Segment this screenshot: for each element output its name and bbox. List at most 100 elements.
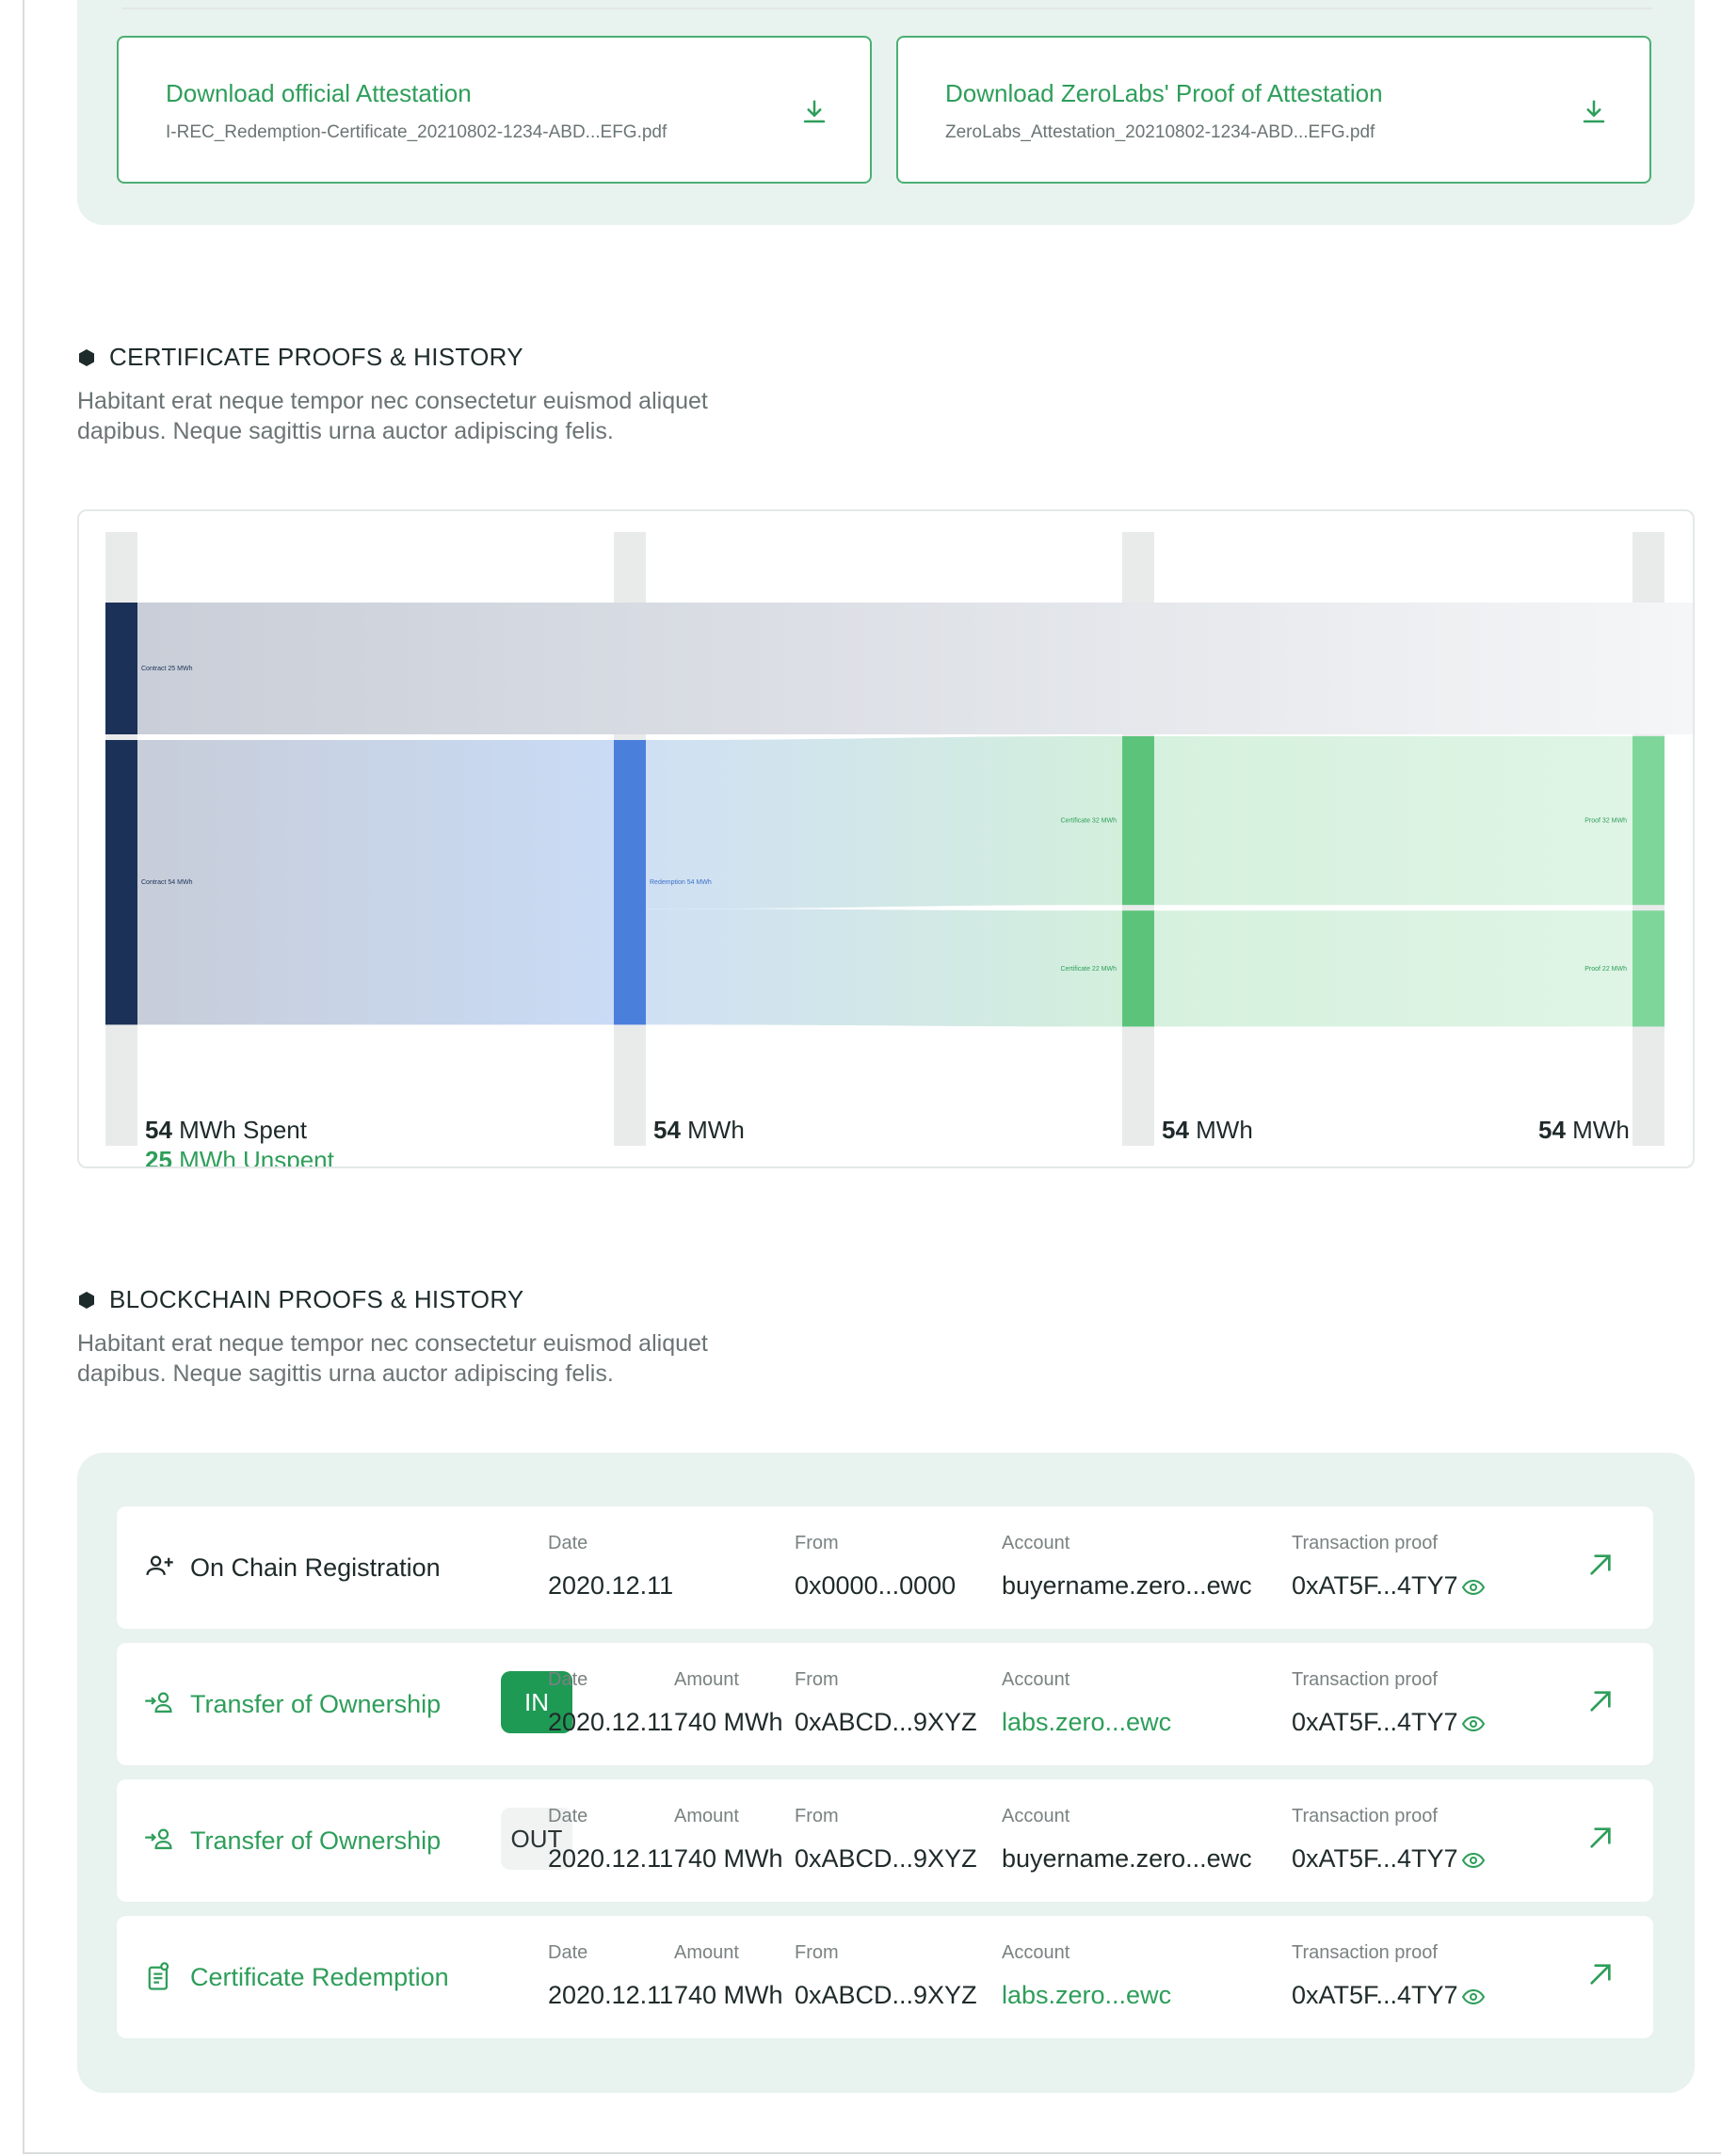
proof-value: 0xAT5F...4TY7 — [1292, 1844, 1485, 1874]
amount-column: Amount 740 MWh — [674, 1669, 783, 1737]
sankey-link — [1154, 910, 1633, 1027]
date-label: Date — [548, 1533, 588, 1553]
date-value: 2020.12.11 — [548, 1844, 674, 1873]
sankey-node-label: Contract 25 MWh — [141, 666, 193, 672]
sankey-link — [646, 736, 1122, 909]
sankey-node — [1633, 736, 1665, 906]
account-value[interactable]: labs.zero...ewc — [1002, 1981, 1171, 2010]
from-column: From 0xABCD...9XYZ — [795, 1942, 977, 2010]
from-label: From — [795, 1806, 839, 1826]
account-label: Account — [1002, 1806, 1070, 1826]
sankey-node-label: Redemption 54 MWh — [650, 879, 712, 886]
proof-value: 0xAT5F...4TY7 — [1292, 1571, 1485, 1601]
transaction-type: Transfer of Ownership — [143, 1779, 441, 1902]
blockchain-section-title: BLOCKCHAIN PROOFS & HISTORY — [109, 1285, 524, 1313]
hexagon-bullet-icon — [79, 348, 94, 366]
certificate-section-header: CERTIFICATE PROOFS & HISTORY — [77, 343, 523, 372]
account-column: Account labs.zero...ewc — [1002, 1942, 1171, 2010]
from-value: 0xABCD...9XYZ — [795, 1844, 977, 1873]
proof-column: Transaction proof 0xAT5F...4TY7 — [1292, 1669, 1485, 1737]
external-link-icon[interactable] — [1585, 1823, 1616, 1853]
from-label: From — [795, 1942, 839, 1963]
date-column: Date 2020.12.11 — [548, 1669, 673, 1737]
date-value: 2020.12.11 — [548, 1981, 674, 2009]
sankey-links — [137, 603, 1693, 1027]
column-total: 54 MWh — [1162, 1116, 1253, 1144]
proof-label: Transaction proof — [1292, 1806, 1438, 1826]
proof-label: Transaction proof — [1292, 1942, 1438, 1963]
amount-value: 740 MWh — [674, 1708, 783, 1736]
amount-column: Amount 740 MWh — [674, 1806, 783, 1874]
download-proof-card[interactable]: Download ZeroLabs' Proof of Attestation … — [896, 36, 1651, 184]
proof-label: Transaction proof — [1292, 1669, 1438, 1690]
from-column: From 0x0000...0000 — [795, 1533, 956, 1601]
blockchain-section-header: BLOCKCHAIN PROOFS & HISTORY — [77, 1285, 524, 1314]
sankey-node-label: Certificate 22 MWh — [1060, 966, 1117, 973]
date-label: Date — [548, 1806, 588, 1826]
amount-label: Amount — [674, 1806, 739, 1826]
date-label: Date — [548, 1942, 588, 1963]
download-icon[interactable] — [1580, 98, 1608, 126]
download-attestation-card[interactable]: Download official Attestation I-REC_Rede… — [117, 36, 872, 184]
account-value: buyername.zero...ewc — [1002, 1571, 1252, 1600]
proof-column: Transaction proof 0xAT5F...4TY7 — [1292, 1533, 1485, 1601]
sankey-node-label: Contract 54 MWh — [141, 879, 193, 886]
transaction-type: Transfer of Ownership — [143, 1643, 441, 1765]
transaction-type: Certificate Redemption — [143, 1916, 449, 2038]
date-label: Date — [548, 1669, 588, 1690]
download-attestation-title[interactable]: Download official Attestation — [166, 79, 472, 108]
from-column: From 0xABCD...9XYZ — [795, 1669, 977, 1737]
date-value: 2020.12.11 — [548, 1708, 674, 1736]
external-link-icon[interactable] — [1585, 1550, 1616, 1580]
from-label: From — [795, 1533, 839, 1553]
sankey-node — [105, 740, 137, 1025]
from-value: 0xABCD...9XYZ — [795, 1708, 977, 1736]
user-transfer-icon — [145, 1828, 172, 1850]
eye-icon[interactable] — [1461, 1852, 1485, 1869]
download-proof-title[interactable]: Download ZeroLabs' Proof of Attestation — [945, 79, 1383, 108]
account-value[interactable]: labs.zero...ewc — [1002, 1708, 1171, 1737]
transaction-row: On Chain Registration Date 2020.12.11 Fr… — [117, 1506, 1653, 1629]
proof-hash: 0xAT5F...4TY7 — [1292, 1571, 1458, 1600]
date-column: Date 2020.12.11 — [548, 1533, 673, 1601]
proof-hash: 0xAT5F...4TY7 — [1292, 1981, 1458, 2009]
sankey-link — [137, 603, 1693, 734]
proof-value: 0xAT5F...4TY7 — [1292, 1708, 1485, 1737]
eye-icon[interactable] — [1461, 1579, 1485, 1596]
external-link-icon[interactable] — [1585, 1686, 1616, 1716]
transaction-type: On Chain Registration — [143, 1506, 441, 1629]
sankey-svg: Contract 25 MWh Contract 54 MWh Redemption… — [105, 532, 1693, 1168]
sankey-node — [105, 603, 137, 734]
proof-hash: 0xAT5F...4TY7 — [1292, 1708, 1458, 1736]
download-icon[interactable] — [800, 98, 828, 126]
eye-icon[interactable] — [1461, 1715, 1485, 1732]
account-label: Account — [1002, 1533, 1070, 1553]
external-link-icon[interactable] — [1585, 1959, 1616, 1989]
transaction-row: Transfer of Ownership IN Date 2020.12.11… — [117, 1643, 1653, 1765]
sankey-column-totals: 54 MWh Spent25 MWh Unspent 54 MWh 54 MWh 54… — [145, 1116, 1630, 1168]
from-value: 0x0000...0000 — [795, 1571, 957, 1600]
eye-icon[interactable] — [1461, 1988, 1485, 2005]
column-total-unspent: 25 MWh Unspent — [145, 1146, 335, 1168]
top-divider — [122, 8, 1652, 9]
certificate-section-title: CERTIFICATE PROOFS & HISTORY — [109, 343, 523, 371]
user-plus-icon — [146, 1555, 173, 1576]
amount-column: Amount 740 MWh — [674, 1942, 783, 2010]
account-column: Account labs.zero...ewc — [1002, 1669, 1171, 1737]
transaction-type-label: On Chain Registration — [190, 1553, 441, 1582]
sankey-link — [137, 740, 614, 1025]
sankey-link — [646, 909, 1122, 1027]
sankey-node — [1633, 910, 1665, 1027]
amount-label: Amount — [674, 1942, 739, 1963]
sankey-node — [1122, 910, 1154, 1027]
transaction-type-label: Transfer of Ownership — [190, 1689, 442, 1718]
transaction-type-label: Transfer of Ownership — [190, 1826, 442, 1855]
account-label: Account — [1002, 1942, 1070, 1963]
transaction-type-label: Certificate Redemption — [190, 1962, 449, 1991]
blockchain-section-description: Habitant erat neque tempor nec consectet… — [77, 1330, 708, 1387]
from-column: From 0xABCD...9XYZ — [795, 1806, 977, 1874]
sankey-node — [614, 740, 646, 1025]
sankey-link — [1154, 736, 1633, 906]
from-value: 0xABCD...9XYZ — [795, 1981, 977, 2009]
certificate-icon — [148, 1962, 169, 1990]
